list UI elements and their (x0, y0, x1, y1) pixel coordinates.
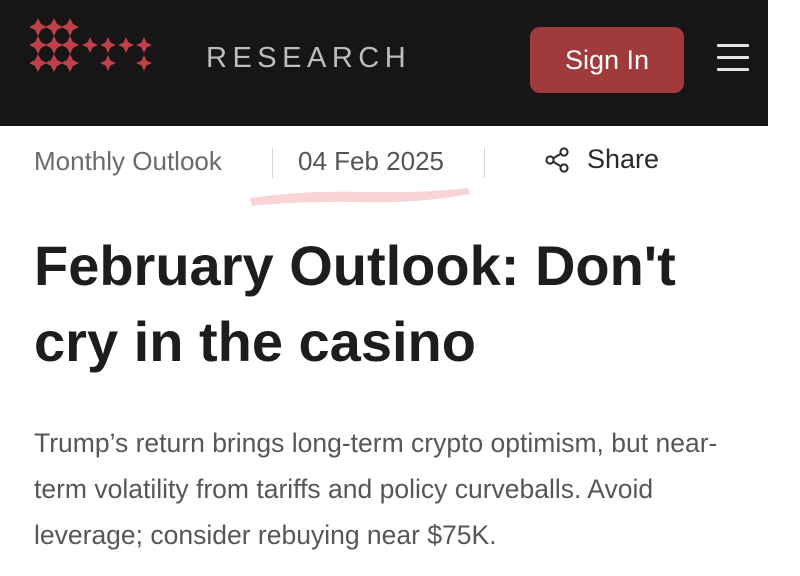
share-button[interactable]: Share (543, 144, 659, 175)
meta-divider (272, 148, 273, 178)
publish-date: 04 Feb 2025 (298, 146, 445, 176)
sign-in-button[interactable]: Sign In (530, 27, 684, 93)
article-category-link[interactable]: Monthly Outlook (34, 146, 222, 177)
meta-divider (484, 148, 485, 178)
article-meta-row: Monthly Outlook 04 Feb 2025 Share (0, 126, 800, 206)
article-title: February Outlook: Don't cry in the casin… (34, 234, 676, 373)
share-label: Share (587, 144, 660, 174)
top-navigation-bar: RESEARCH Sign In (0, 0, 768, 126)
article-summary: Trump’s return brings long-term crypto o… (34, 428, 718, 550)
date-highlight-mark (250, 188, 470, 206)
hamburger-menu-icon[interactable] (717, 40, 751, 74)
article-page: RESEARCH Sign In Monthly Outlook 04 Feb … (0, 0, 800, 576)
brand-logo-icon[interactable] (30, 16, 158, 74)
brand-name[interactable]: RESEARCH (206, 42, 411, 75)
share-nodes-icon (545, 146, 569, 173)
